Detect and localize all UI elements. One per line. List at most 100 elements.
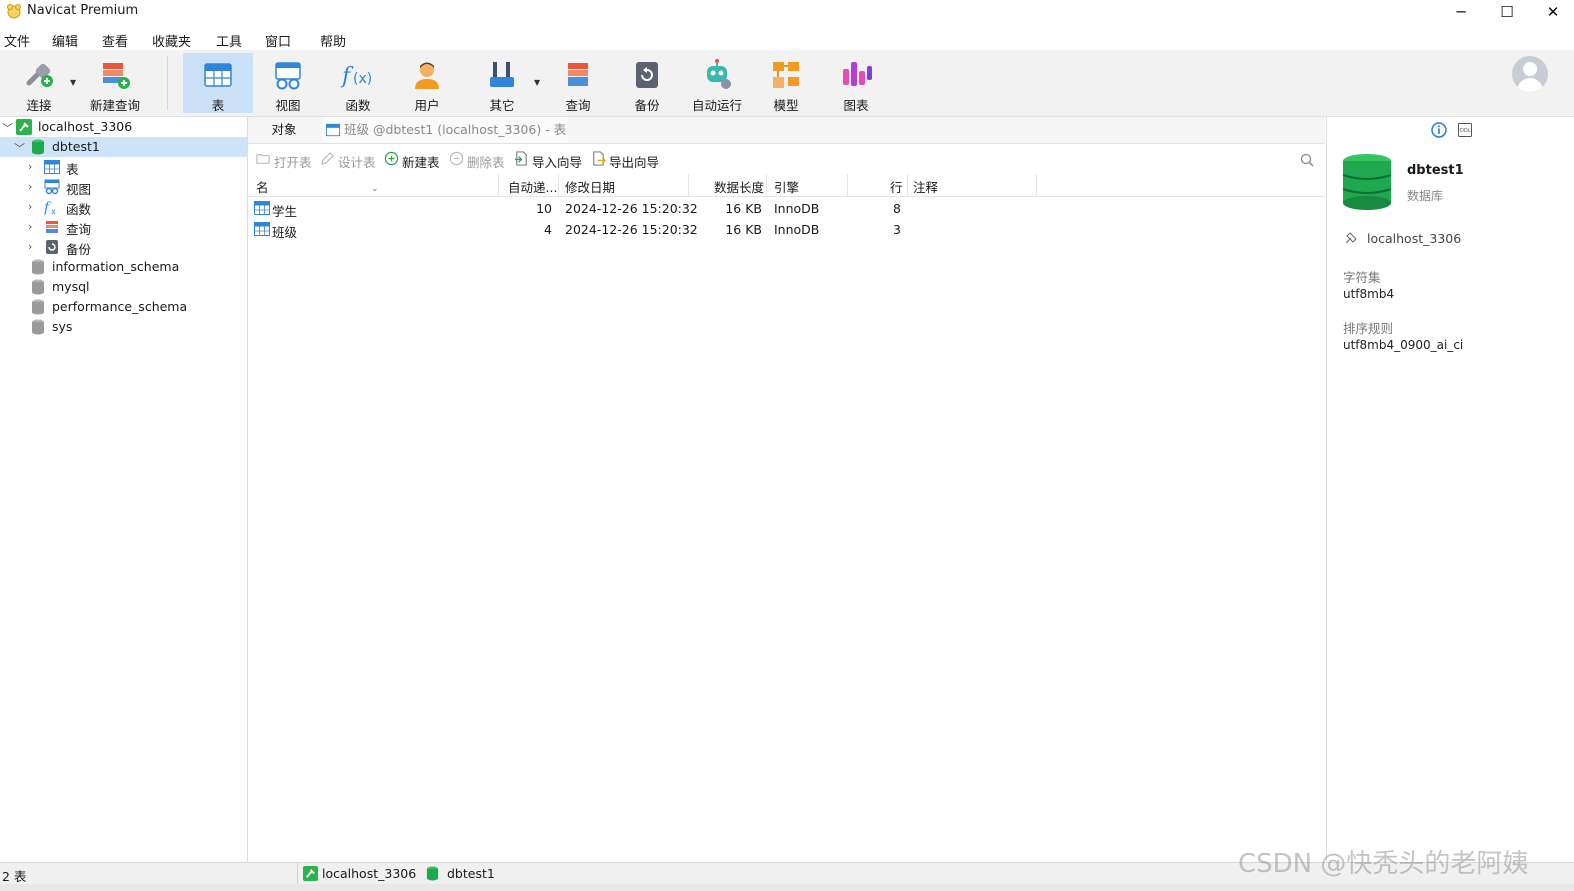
tab-table-class[interactable]: 班级 @dbtest1 (localhost_3306) - 表 <box>322 117 568 143</box>
collapse-arrow-icon[interactable]: ﹀ <box>14 140 25 156</box>
column-divider[interactable] <box>766 174 767 196</box>
column-divider[interactable] <box>558 174 559 196</box>
column-header-rows[interactable]: 行 <box>890 177 903 196</box>
column-divider[interactable] <box>1036 174 1037 196</box>
taskbar-edge <box>0 884 1574 891</box>
toolbar-backup-label: 备份 <box>634 98 660 113</box>
table-icon <box>204 63 232 87</box>
database-label: mysql <box>52 279 90 294</box>
table-icon <box>44 160 60 174</box>
menu-favorites[interactable]: 收藏夹 <box>152 31 191 50</box>
status-connection: localhost_3306 <box>322 866 417 881</box>
column-header-name[interactable]: 名 <box>256 177 269 196</box>
menu-edit[interactable]: 编辑 <box>52 31 78 50</box>
cell-data-length: 16 KB <box>725 222 762 237</box>
cell-modified: 2024-12-26 15:20:32 <box>565 222 698 237</box>
toolbar-new-query-button[interactable]: 新建查询 <box>80 53 150 113</box>
function-icon: f x <box>44 200 56 215</box>
connection-icon <box>303 866 318 881</box>
column-divider[interactable] <box>907 174 908 196</box>
ddl-icon[interactable]: DDL <box>1457 122 1473 138</box>
query-icon <box>46 221 58 233</box>
tree-connection[interactable]: ﹀ localhost_3306 <box>0 117 247 137</box>
tree-database-performance-schema[interactable]: performance_schema <box>0 297 247 317</box>
tree-item-tables[interactable]: › 表 <box>0 157 247 177</box>
database-label: information_schema <box>52 259 180 274</box>
toolbar-other-button[interactable]: 其它 <box>467 53 537 113</box>
toolbar-separator <box>167 56 168 110</box>
table-row[interactable]: 班级 4 2024-12-26 15:20:32 16 KB InnoDB 3 <box>248 219 1325 240</box>
minimize-button[interactable]: ─ <box>1438 0 1484 24</box>
expand-arrow-icon[interactable]: › <box>28 220 32 233</box>
toolbar-model-button[interactable]: 模型 <box>751 53 821 113</box>
tree-item-queries[interactable]: › 查询 <box>0 217 247 237</box>
column-header-comment[interactable]: 注释 <box>913 177 938 196</box>
toolbar-chart-button[interactable]: 图表 <box>821 53 891 113</box>
menu-window[interactable]: 窗口 <box>265 31 291 50</box>
object-toolbar: 打开表 设计表 新建表 删除表 导入向导 导出向导 <box>248 148 1325 172</box>
toolbar-connect-button[interactable]: 连接 <box>4 53 74 113</box>
expand-arrow-icon[interactable]: › <box>28 200 32 213</box>
export-wizard-label: 导出向导 <box>609 155 660 170</box>
other-dropdown-icon[interactable]: ▼ <box>534 78 540 87</box>
svg-text:f: f <box>340 64 354 89</box>
toolbar-chart-label: 图表 <box>843 98 869 113</box>
connect-dropdown-icon[interactable]: ▼ <box>70 78 76 87</box>
toolbar-automation-button[interactable]: 自动运行 <box>682 53 752 113</box>
menu-tools[interactable]: 工具 <box>216 31 242 50</box>
column-divider[interactable] <box>847 174 848 196</box>
menu-file[interactable]: 文件 <box>4 31 30 50</box>
expand-arrow-icon[interactable]: › <box>28 180 32 193</box>
expand-arrow-icon[interactable]: › <box>28 240 32 253</box>
toolbar-user-button[interactable]: 用户 <box>392 53 462 113</box>
tree-item-backups[interactable]: › 备份 <box>0 237 247 257</box>
column-header-modified[interactable]: 修改日期 <box>565 177 615 196</box>
tab-objects[interactable]: 对象 <box>248 117 320 143</box>
collapse-arrow-icon[interactable]: ﹀ <box>2 120 13 136</box>
sort-chevron-icon[interactable]: ⌄ <box>371 184 379 194</box>
maximize-button[interactable]: ☐ <box>1484 0 1530 24</box>
user-avatar[interactable] <box>1512 56 1548 92</box>
export-icon <box>593 151 606 166</box>
toolbar-query-button[interactable]: 查询 <box>543 53 613 113</box>
column-header-auto-increment[interactable]: 自动递... <box>508 177 557 196</box>
folder-open-icon <box>256 154 270 164</box>
query-icon <box>568 63 588 86</box>
close-button[interactable]: ✕ <box>1530 0 1574 24</box>
toolbar-view-button[interactable]: 视图 <box>253 53 323 113</box>
expand-arrow-icon[interactable]: › <box>28 160 32 173</box>
svg-text:(x): (x) <box>353 71 372 87</box>
column-header-engine[interactable]: 引擎 <box>774 177 799 196</box>
robot-icon <box>707 59 731 89</box>
info-icon[interactable] <box>1431 122 1447 138</box>
tree-database-dbtest1[interactable]: ﹀ dbtest1 <box>0 137 247 157</box>
table-row[interactable]: 学生 10 2024-12-26 15:20:32 16 KB InnoDB 8 <box>248 198 1325 219</box>
info-db-name: dbtest1 <box>1407 163 1464 178</box>
menu-view[interactable]: 查看 <box>102 31 128 50</box>
toolbar-table-button[interactable]: 表 <box>183 53 253 113</box>
menu-help[interactable]: 帮助 <box>320 31 346 50</box>
toolbar-backup-button[interactable]: 备份 <box>612 53 682 113</box>
cell-engine: InnoDB <box>774 201 820 216</box>
tree-database-information-schema[interactable]: information_schema <box>0 257 247 277</box>
database-icon <box>32 279 44 295</box>
tree-item-functions[interactable]: › f x 函数 <box>0 197 247 217</box>
column-header-data-length[interactable]: 数据长度 <box>714 177 764 196</box>
cell-rows: 3 <box>893 222 901 237</box>
toolbar-connect-label: 连接 <box>26 98 52 113</box>
tree-item-label: 视图 <box>66 182 92 197</box>
column-divider[interactable] <box>688 174 689 196</box>
view-icon <box>44 179 60 195</box>
toolbar-function-button[interactable]: f (x) 函数 <box>323 53 393 113</box>
toolbar-view-label: 视图 <box>275 98 301 113</box>
database-icon <box>426 866 439 881</box>
column-divider[interactable] <box>498 174 499 196</box>
tree-database-sys[interactable]: sys <box>0 317 247 337</box>
cell-data-length: 16 KB <box>725 201 762 216</box>
tree-database-mysql[interactable]: mysql <box>0 277 247 297</box>
tree-item-label: 查询 <box>66 222 92 237</box>
import-icon <box>514 151 527 166</box>
search-icon[interactable] <box>1300 153 1314 167</box>
tree-item-views[interactable]: › 视图 <box>0 177 247 197</box>
navigation-tree: ﹀ localhost_3306 ﹀ dbtest1 › 表 › 视图 › f … <box>0 117 248 862</box>
